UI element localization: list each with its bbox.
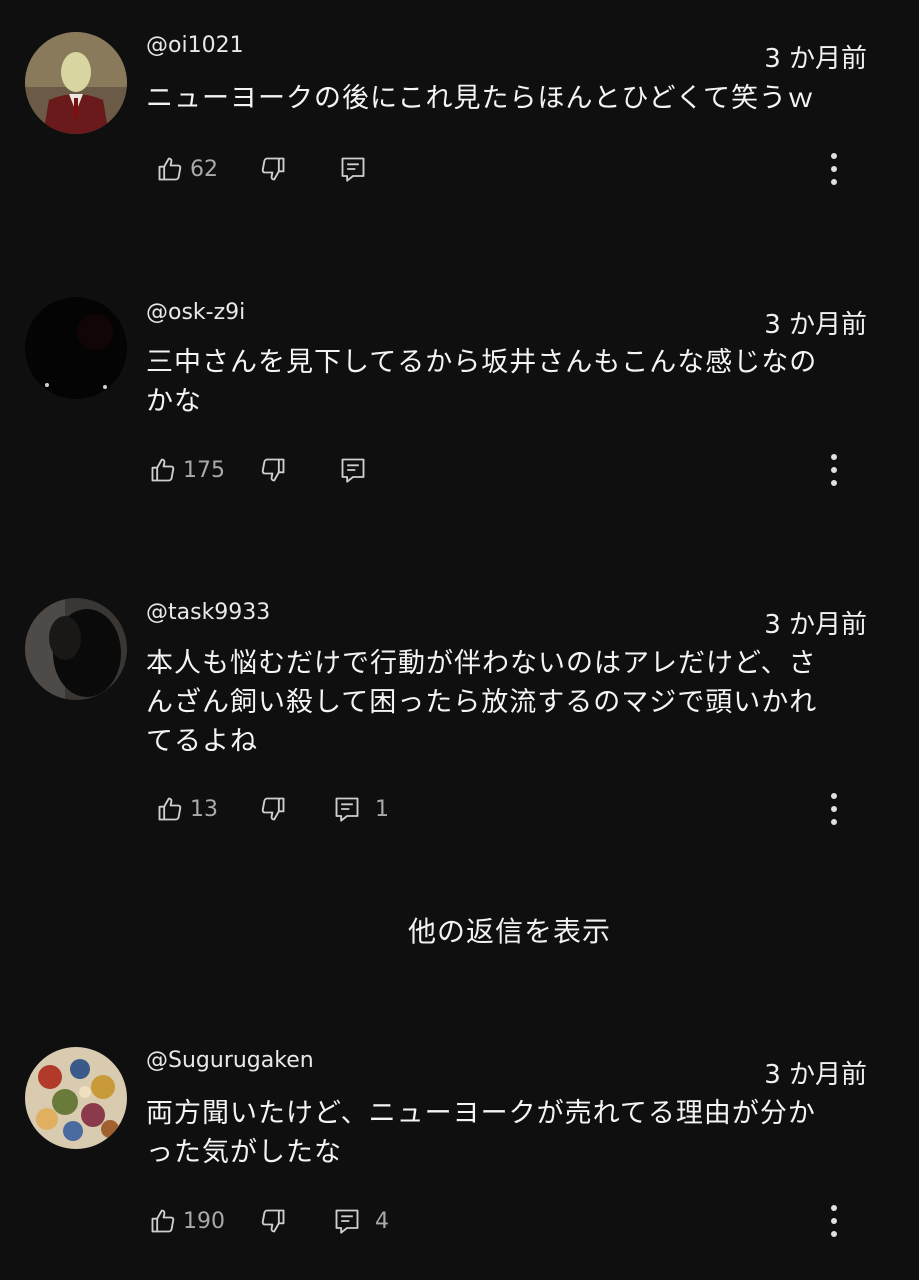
dislike-button[interactable] — [259, 1201, 287, 1241]
more-vertical-icon — [831, 454, 837, 486]
more-options-button[interactable] — [822, 149, 846, 189]
more-options-button[interactable] — [822, 450, 846, 490]
thumbs-down-icon — [261, 1209, 285, 1233]
avatar[interactable] — [25, 32, 127, 134]
comment-text: 両方聞いたけど、ニューヨークが売れてる理由が分か った気がしたな — [146, 1098, 816, 1168]
more-vertical-icon — [831, 793, 837, 825]
reply-button[interactable] — [339, 149, 373, 189]
more-options-button[interactable] — [822, 1201, 846, 1241]
comment-text: ニューヨークの後にこれ見たらほんとひどくて笑うｗ — [146, 83, 816, 114]
comment-icon — [341, 458, 365, 483]
more-vertical-icon — [831, 1205, 837, 1237]
reply-button[interactable]: 4 — [333, 1201, 389, 1241]
like-count: 190 — [183, 1208, 225, 1234]
comment-actions: 175 — [146, 450, 886, 490]
dislike-button[interactable] — [259, 450, 287, 490]
comment-text: 三中さんを見下してるから坂井さんもこんな感じなの かな — [146, 347, 818, 417]
thumbs-up-icon — [151, 458, 175, 482]
like-button[interactable]: 190 — [149, 1201, 225, 1241]
comment-actions: 13 1 — [146, 789, 886, 829]
comment-actions: 190 4 — [146, 1201, 886, 1241]
comment-timestamp: 3 か月前 — [764, 1060, 867, 1090]
comment-timestamp: 3 か月前 — [764, 610, 867, 640]
like-count: 62 — [190, 156, 218, 182]
thumbs-down-icon — [261, 797, 285, 821]
avatar[interactable] — [25, 598, 127, 700]
comment-text: 本人も悩むだけで行動が伴わないのはアレだけど、さ んざん飼い殺して困ったら放流す… — [146, 648, 818, 757]
comment-timestamp: 3 か月前 — [764, 310, 867, 340]
comment-actions: 62 — [146, 149, 886, 189]
thumbs-down-icon — [261, 458, 285, 482]
show-more-replies-button[interactable]: 他の返信を表示 — [408, 910, 611, 950]
like-button[interactable]: 175 — [149, 450, 225, 490]
dislike-button[interactable] — [259, 789, 287, 829]
comment-author[interactable]: @Sugurugaken — [146, 1048, 314, 1073]
comment-icon — [341, 157, 365, 182]
comment-author[interactable]: @osk-z9i — [146, 300, 245, 325]
thumbs-up-icon — [158, 797, 182, 821]
like-count: 13 — [190, 796, 218, 822]
comment-author[interactable]: @task9933 — [146, 600, 270, 625]
like-button[interactable]: 13 — [156, 789, 218, 829]
comment-icon — [335, 1209, 359, 1234]
comment-icon — [335, 797, 359, 822]
comment-author[interactable]: @oi1021 — [146, 33, 244, 58]
avatar[interactable] — [25, 297, 127, 399]
reply-button[interactable]: 1 — [333, 789, 389, 829]
reply-button[interactable] — [339, 450, 373, 490]
more-vertical-icon — [831, 153, 837, 185]
dislike-button[interactable] — [259, 149, 287, 189]
reply-count: 4 — [375, 1208, 389, 1234]
more-options-button[interactable] — [822, 789, 846, 829]
like-button[interactable]: 62 — [156, 149, 218, 189]
avatar[interactable] — [25, 1047, 127, 1149]
thumbs-up-icon — [151, 1209, 175, 1233]
thumbs-up-icon — [158, 157, 182, 181]
comment-timestamp: 3 か月前 — [764, 44, 867, 74]
reply-count: 1 — [375, 796, 389, 822]
thumbs-down-icon — [261, 157, 285, 181]
like-count: 175 — [183, 457, 225, 483]
